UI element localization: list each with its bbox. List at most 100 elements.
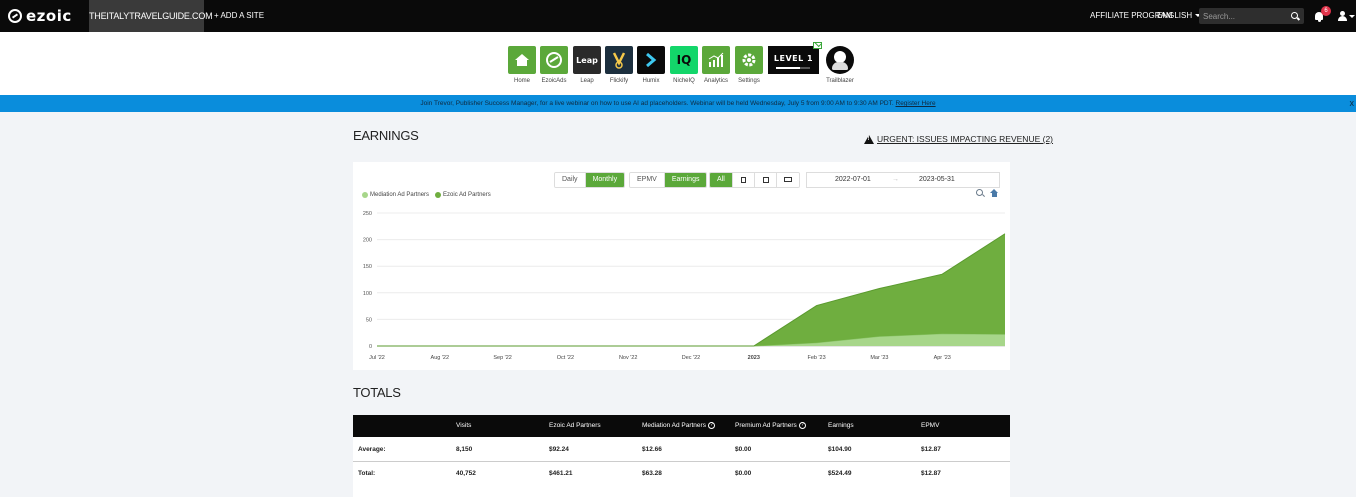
leap-logo-text: Leap bbox=[576, 55, 598, 65]
urgent-issues-link[interactable]: URGENT: ISSUES IMPACTING REVENUE (2) bbox=[864, 134, 1053, 144]
date-range-arrow: → bbox=[892, 176, 899, 183]
table-cell: $92.24 bbox=[549, 446, 569, 453]
earnings-title: EARNINGS bbox=[353, 128, 419, 143]
leap-icon: Leap bbox=[573, 46, 601, 74]
y-tick-label: 0 bbox=[369, 344, 372, 350]
table-cell: $104.90 bbox=[828, 446, 852, 453]
x-tick-label: Mar '23 bbox=[870, 355, 888, 361]
x-tick-label: Dec '22 bbox=[682, 355, 700, 361]
y-tick-label: 100 bbox=[363, 291, 372, 297]
reset-zoom-home-icon[interactable] bbox=[990, 189, 999, 197]
table-cell: Average: bbox=[358, 446, 386, 453]
announcement-text: Join Trevor, Publisher Success Manager, … bbox=[420, 100, 894, 107]
table-row: Total: 40,752 $461.21 $63.28 $0.00 $524.… bbox=[353, 461, 1010, 484]
ezoic-logo-icon bbox=[8, 9, 22, 23]
app-bar: Home EzoicAds Leap Leap Flickify Humix I… bbox=[0, 32, 1356, 95]
mail-icon[interactable] bbox=[813, 42, 822, 49]
metric-epmv-button[interactable]: EPMV bbox=[630, 173, 665, 187]
search-box bbox=[1199, 8, 1304, 24]
desktop-icon[interactable] bbox=[776, 173, 799, 187]
x-tick-label: Jul '22 bbox=[369, 355, 385, 361]
site-selector[interactable]: THEITALYTRAVELGUIDE.COM bbox=[89, 0, 213, 32]
period-toggle: Daily Monthly bbox=[554, 172, 626, 188]
help-icon[interactable]: ? bbox=[798, 422, 806, 429]
legend-dot bbox=[435, 192, 442, 198]
announcement-banner: Join Trevor, Publisher Success Manager, … bbox=[0, 95, 1356, 112]
help-icon[interactable]: ? bbox=[707, 422, 715, 429]
chart-legend: Mediation Ad Partners Ezoic Ad Partners bbox=[362, 192, 497, 198]
x-tick-label: Nov '22 bbox=[619, 355, 637, 361]
y-tick-label: 250 bbox=[363, 211, 372, 217]
chevron-down-icon bbox=[1349, 15, 1355, 18]
top-nav: ezoic THEITALYTRAVELGUIDE.COM + ADD A SI… bbox=[0, 0, 1356, 32]
table-cell: $63.28 bbox=[642, 470, 662, 477]
column-header: Earnings bbox=[828, 422, 854, 429]
series-area-ezoic bbox=[377, 233, 1005, 346]
zoom-icon[interactable] bbox=[976, 189, 983, 196]
table-cell: $0.00 bbox=[735, 446, 752, 453]
home-icon bbox=[508, 46, 536, 74]
ezoic-logo[interactable]: ezoic bbox=[8, 7, 72, 25]
column-header: EPMV bbox=[921, 422, 940, 429]
ezoicads-icon bbox=[540, 46, 568, 74]
humix-icon bbox=[637, 46, 665, 74]
register-link[interactable]: Register Here bbox=[896, 100, 936, 107]
mobile-icon[interactable] bbox=[732, 173, 755, 187]
totals-table: Visits Ezoic Ad Partners Mediation Ad Pa… bbox=[353, 415, 1010, 497]
series-area-mediation bbox=[377, 333, 1005, 346]
metric-earnings-button[interactable]: Earnings bbox=[664, 173, 707, 187]
table-cell: $461.21 bbox=[549, 470, 573, 477]
table-cell: $12.87 bbox=[921, 470, 941, 477]
x-tick-label: Oct '22 bbox=[557, 355, 574, 361]
nicheiq-icon: IQ bbox=[670, 46, 698, 74]
x-tick-label: Sep '22 bbox=[493, 355, 511, 361]
date-start[interactable]: 2022-07-01 bbox=[835, 173, 871, 187]
column-header: Premium Ad Partners? bbox=[735, 422, 806, 429]
date-range-picker[interactable]: 2022-07-01 → 2023-05-31 bbox=[806, 172, 1000, 188]
gear-icon bbox=[735, 46, 763, 74]
notification-badge: 6 bbox=[1321, 6, 1331, 16]
close-icon[interactable]: x bbox=[1350, 95, 1355, 112]
column-header-label: Mediation Ad Partners bbox=[642, 422, 706, 430]
y-tick-label: 150 bbox=[363, 264, 372, 270]
tablet-icon[interactable] bbox=[754, 173, 777, 187]
table-cell: $524.49 bbox=[828, 470, 852, 477]
level-progress bbox=[776, 67, 810, 69]
warning-icon bbox=[864, 134, 874, 144]
device-toggle: All bbox=[709, 172, 800, 188]
table-cell: $12.87 bbox=[921, 446, 941, 453]
legend-label: Mediation Ad Partners bbox=[370, 192, 430, 198]
earnings-chart-card: 0 50 100 150 200 250 Jul '22 Aug '22 Sep '22 Oct … bbox=[353, 162, 1010, 370]
date-end[interactable]: 2023-05-31 bbox=[919, 173, 955, 187]
user-menu[interactable] bbox=[1338, 11, 1355, 23]
x-tick-label: Apr '23 bbox=[934, 355, 951, 361]
table-cell: $0.00 bbox=[735, 470, 752, 477]
metric-toggle: EPMV Earnings bbox=[629, 172, 708, 188]
legend-item-ezoic[interactable]: Ezoic Ad Partners bbox=[435, 192, 491, 198]
table-header: Visits Ezoic Ad Partners Mediation Ad Pa… bbox=[353, 415, 1010, 437]
y-tick-label: 50 bbox=[366, 317, 372, 323]
app-settings[interactable]: Settings bbox=[735, 46, 763, 84]
trailblazer-label: Trailblazer bbox=[826, 78, 854, 84]
x-tick-label: Feb '23 bbox=[808, 355, 826, 361]
table-row: Average: 8,150 $92.24 $12.66 $0.00 $104.… bbox=[353, 438, 1010, 461]
device-all-button[interactable]: All bbox=[710, 173, 733, 187]
period-monthly-button[interactable]: Monthly bbox=[585, 173, 625, 187]
x-tick-label: 2023 bbox=[748, 355, 760, 361]
column-header: Mediation Ad Partners? bbox=[642, 422, 715, 429]
x-tick-label: Aug '22 bbox=[431, 355, 449, 361]
column-header-label: Premium Ad Partners bbox=[735, 422, 797, 430]
analytics-icon bbox=[702, 46, 730, 74]
level-badge[interactable]: LEVEL 1 bbox=[768, 46, 819, 74]
y-tick-label: 200 bbox=[363, 238, 372, 244]
search-input[interactable] bbox=[1199, 8, 1287, 24]
add-site-link[interactable]: + ADD A SITE bbox=[214, 11, 264, 20]
period-daily-button[interactable]: Daily bbox=[555, 173, 586, 187]
app-label: Settings bbox=[738, 78, 760, 84]
legend-item-mediation[interactable]: Mediation Ad Partners bbox=[362, 192, 429, 198]
language-dropdown[interactable]: ENGLISH bbox=[1157, 11, 1201, 20]
urgent-text: URGENT: ISSUES IMPACTING REVENUE (2) bbox=[877, 134, 1054, 144]
search-icon[interactable] bbox=[1291, 12, 1298, 19]
totals-title: TOTALS bbox=[353, 385, 401, 400]
trailblazer-avatar[interactable] bbox=[826, 46, 854, 74]
